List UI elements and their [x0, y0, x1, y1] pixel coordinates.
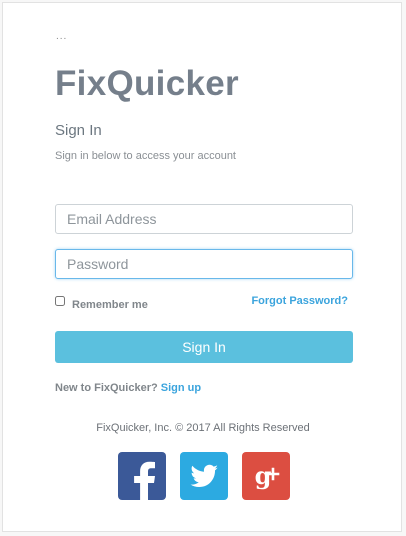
brand-name: FixQuicker	[55, 64, 239, 103]
password-field[interactable]	[55, 249, 353, 279]
sign-in-heading: Sign In	[55, 122, 102, 139]
top-ellipsis: ...	[56, 31, 68, 42]
facebook-button[interactable]	[118, 452, 166, 500]
login-card: ... FixQuicker Sign In Sign in below to …	[2, 2, 402, 532]
twitter-button[interactable]	[180, 452, 228, 500]
sign-in-subtitle: Sign in below to access your account	[55, 150, 236, 162]
twitter-icon	[190, 464, 218, 487]
sign-in-button[interactable]: Sign In	[55, 331, 353, 363]
forgot-password-link[interactable]: Forgot Password?	[251, 295, 348, 307]
remember-me-checkbox[interactable]	[55, 296, 65, 306]
google-plus-button[interactable]: g	[242, 452, 290, 500]
copyright-text: FixQuicker, Inc. © 2017 All Rights Reser…	[96, 422, 310, 434]
svg-text:g: g	[255, 461, 272, 490]
remember-me-label: Remember me	[72, 299, 148, 311]
email-field[interactable]	[55, 204, 353, 234]
signup-prompt: New to FixQuicker? Sign up	[55, 382, 201, 394]
facebook-icon	[134, 461, 155, 500]
remember-me[interactable]: Remember me	[55, 295, 148, 311]
google-plus-icon: g	[255, 461, 280, 490]
sign-up-link[interactable]: Sign up	[161, 382, 201, 394]
signup-prompt-text: New to FixQuicker?	[55, 382, 158, 394]
